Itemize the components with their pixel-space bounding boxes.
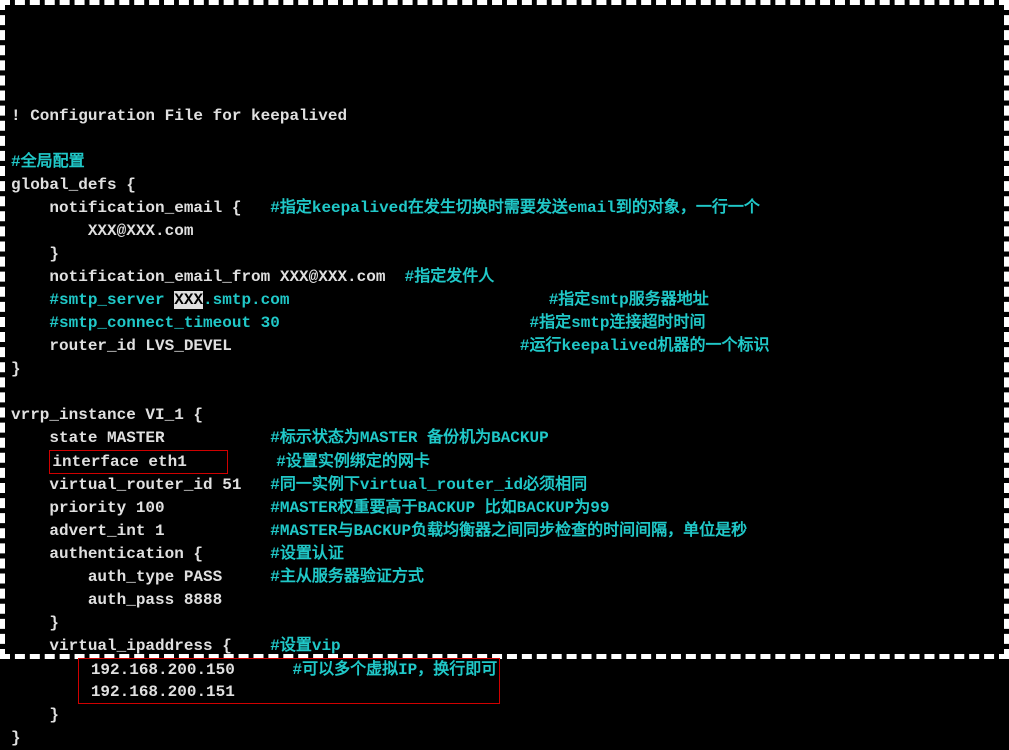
code-line: virtual_router_id 51 [11,476,270,494]
comment: #主从服务器验证方式 [270,568,424,586]
comment: #设置实例绑定的网卡 [276,453,430,471]
comment: #指定keepalived在发生切换时需要发送email到的对象，一行一个 [270,199,760,217]
code-line: priority 100 [11,499,270,517]
vip-address: 192.168.200.150 [81,661,244,679]
code-line: notification_email { [11,199,270,217]
comment: #设置vip [270,637,340,655]
code-line: } [11,360,21,378]
code-line: .smtp.com [203,291,549,309]
code-line [11,453,49,471]
comment: #指定发件人 [405,268,495,286]
code-line: state MASTER [11,429,270,447]
code-line: #smtp_connect_timeout 30 [11,314,529,332]
comment: #MASTER与BACKUP负载均衡器之间同步检查的时间间隔，单位是秒 [270,522,747,540]
code-line: advert_int 1 [11,522,270,540]
code-line: } [11,729,21,747]
selected-text[interactable]: XXX [174,291,203,309]
comment: #全局配置 [11,153,85,171]
highlight-box: 192.168.200.150 #可以多个虚拟IP，换行即可 192.168.2… [78,658,500,704]
comment: #指定smtp连接超时时间 [529,314,705,332]
code-line: auth_type PASS [11,568,270,586]
code-line: authentication { [11,545,270,563]
vip-address: 192.168.200.151 [81,683,244,701]
comment: #可以多个虚拟IP，换行即可 [292,661,497,679]
comment: #MASTER权重要高于BACKUP 比如BACKUP为99 [270,499,609,517]
code-line: notification_email_from XXX@XXX.com [11,268,405,286]
code-line: } [11,614,59,632]
comment: #设置认证 [270,545,344,563]
code-line: auth_pass 8888 [11,591,222,609]
comment: #指定smtp服务器地址 [549,291,709,309]
code-line: ! Configuration File for keepalived [11,107,347,125]
comment: #同一实例下virtual_router_id必须相同 [270,476,587,494]
code-line: virtual_ipaddress { [11,637,270,655]
code-line: } [11,706,59,724]
highlight-box: interface eth1 [49,450,228,474]
code-line: global_defs { [11,176,136,194]
code-line: #smtp_server [11,291,174,309]
code-line: XXX@XXX.com [11,222,193,240]
code-line: router_id LVS_DEVEL [11,337,520,355]
comment: #运行keepalived机器的一个标识 [520,337,770,355]
code-line: vrrp_instance VI_1 { [11,406,203,424]
code-line [228,453,276,471]
code-line [11,683,78,701]
comment: #标示状态为MASTER 备份机为BACKUP [270,429,548,447]
code-line: } [11,245,59,263]
